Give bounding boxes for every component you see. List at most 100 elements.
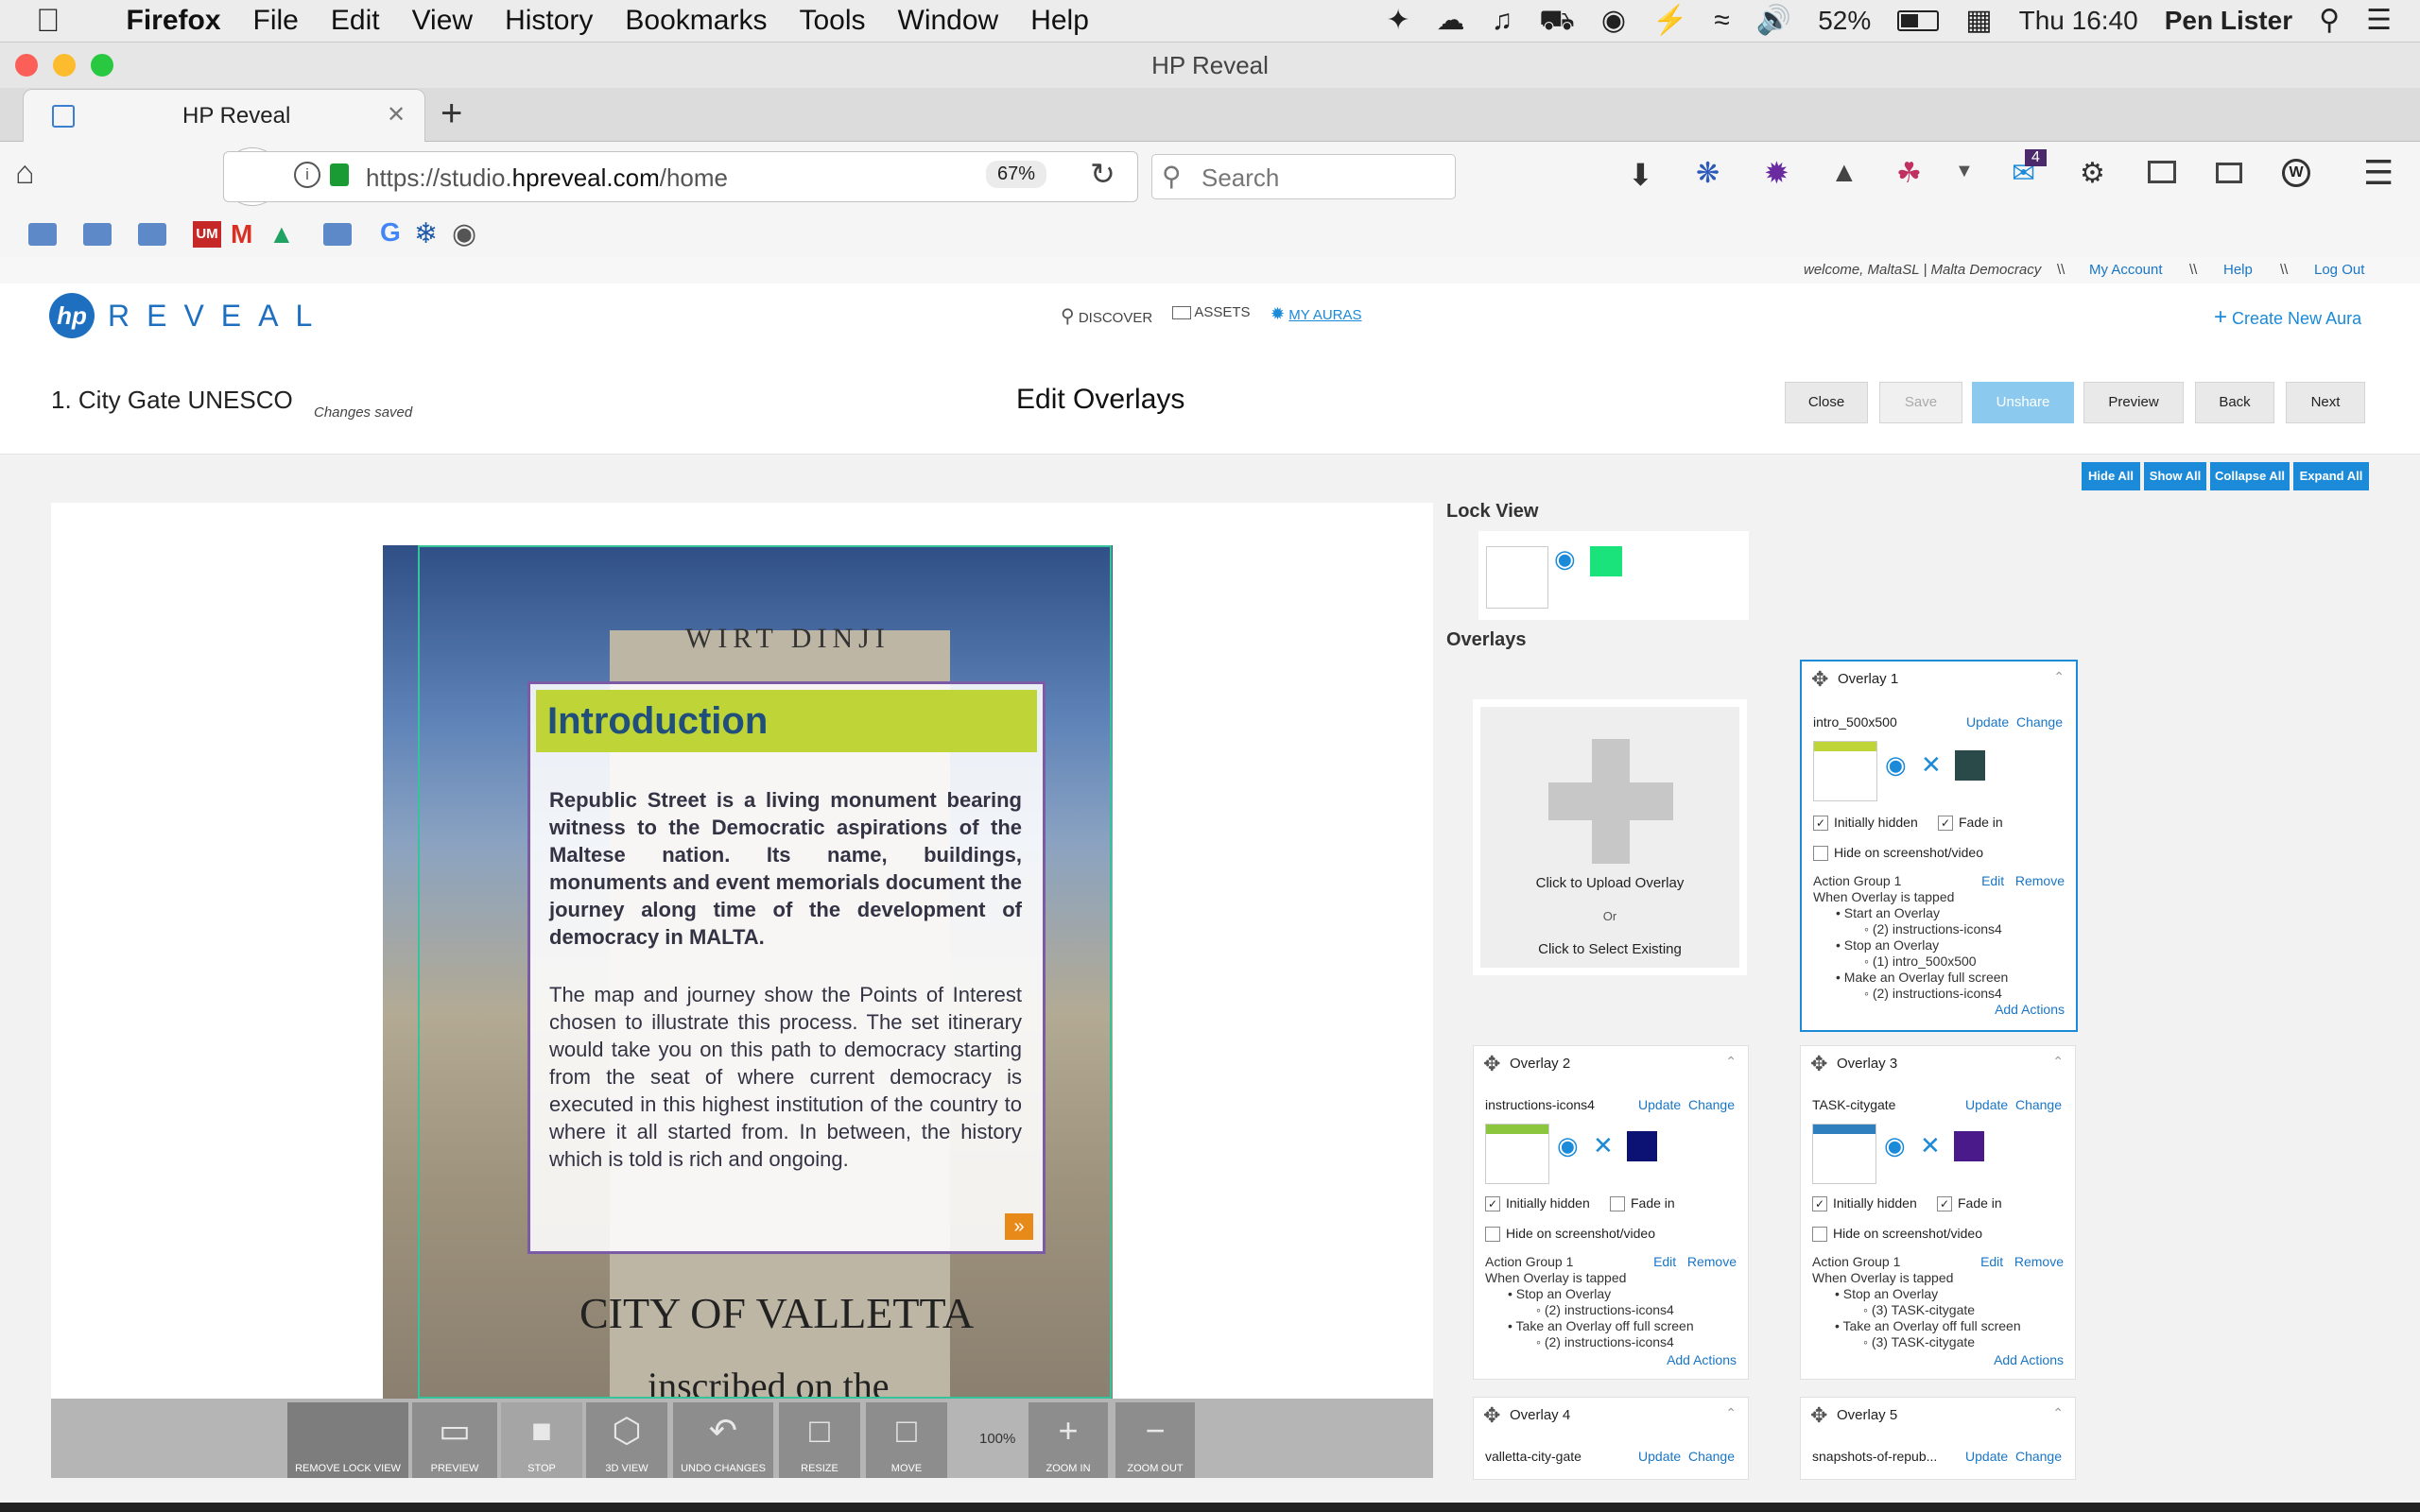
overlay-card-1[interactable]: ✥ Overlay 1 ⌃ intro_500x500 Update Chang… bbox=[1800, 660, 2078, 1032]
reload-icon[interactable]: ↻ bbox=[1090, 156, 1115, 192]
lock-view-color-swatch[interactable] bbox=[1590, 546, 1622, 576]
overlay-card-5[interactable]: ✥ Overlay 5 ⌃ snapshots-of-repub... Upda… bbox=[1800, 1397, 2076, 1480]
overlay-color-swatch[interactable] bbox=[1627, 1131, 1657, 1161]
remove-link[interactable]: Remove bbox=[2015, 873, 2065, 888]
zoom-out-button[interactable]: − ZOOM OUT bbox=[1115, 1402, 1195, 1478]
change-link[interactable]: Change bbox=[1688, 1449, 1735, 1464]
menu-history[interactable]: History bbox=[505, 5, 593, 37]
collapse-chevron-icon[interactable]: ⌃ bbox=[2052, 1054, 2064, 1070]
battery-icon[interactable] bbox=[1897, 10, 1940, 31]
collapse-chevron-icon[interactable]: ⌃ bbox=[2052, 1405, 2064, 1421]
globe-icon[interactable]: ◉ bbox=[452, 217, 476, 250]
menu-file[interactable]: File bbox=[253, 5, 299, 37]
next-arrow-icon[interactable]: » bbox=[1005, 1213, 1033, 1240]
fade-in-checkbox[interactable]: ✓ Fade in bbox=[1937, 1195, 2002, 1212]
plus-icon[interactable] bbox=[1548, 739, 1673, 864]
change-link[interactable]: Change bbox=[2015, 1449, 2062, 1464]
fade-in-checkbox[interactable]: Fade in bbox=[1610, 1195, 1675, 1212]
info-icon[interactable]: i bbox=[294, 162, 320, 188]
update-link[interactable]: Update bbox=[1638, 1449, 1681, 1464]
bookmark-folder-icon[interactable] bbox=[323, 223, 352, 246]
overlay-thumbnail[interactable] bbox=[1812, 1124, 1876, 1184]
nav-my-auras[interactable]: ✹ MY AURAS bbox=[1270, 304, 1362, 324]
extension-swirl-icon[interactable]: ❋ bbox=[1696, 157, 1720, 190]
zoom-window-button[interactable] bbox=[91, 54, 113, 77]
overlay-card-2[interactable]: ✥ Overlay 2 ⌃ instructions-icons4 Update… bbox=[1473, 1045, 1749, 1380]
menu-edit[interactable]: Edit bbox=[331, 5, 380, 37]
extension-monster-icon[interactable]: ✹ bbox=[1764, 155, 1789, 191]
downloads-icon[interactable]: ⬇ bbox=[1628, 157, 1653, 193]
undo-changes-button[interactable]: ↶ UNDO CHANGES bbox=[673, 1402, 773, 1478]
puzzle-icon[interactable]: ▲ bbox=[1830, 157, 1858, 189]
initially-hidden-checkbox[interactable]: ✓ Initially hidden bbox=[1812, 1195, 1917, 1212]
clock[interactable]: Thu 16:40 bbox=[2019, 6, 2138, 36]
menu-tools[interactable]: Tools bbox=[799, 5, 865, 37]
bookmark-folder-icon[interactable] bbox=[28, 223, 57, 246]
intro-overlay[interactable]: Introduction Republic Street is a living… bbox=[527, 681, 1046, 1254]
truck-icon[interactable]: ⛟ bbox=[1539, 0, 1575, 42]
change-link[interactable]: Change bbox=[2016, 714, 2063, 730]
collapse-chevron-icon[interactable]: ⌃ bbox=[1725, 1405, 1737, 1421]
update-link[interactable]: Update bbox=[1638, 1097, 1681, 1112]
bookmark-folder-icon[interactable] bbox=[138, 223, 166, 246]
next-button[interactable]: Next bbox=[2286, 382, 2365, 423]
browser-tab[interactable]: HP Reveal ✕ bbox=[23, 89, 425, 143]
wifi-icon[interactable]: ≈ bbox=[1714, 0, 1729, 42]
search-box[interactable]: ⚲ Search bbox=[1151, 154, 1456, 199]
disk-icon[interactable]: ◉ bbox=[1601, 0, 1626, 42]
notification-center-icon[interactable]: ☰ bbox=[2366, 0, 2392, 42]
headphones-icon[interactable]: ♫ bbox=[1492, 0, 1513, 42]
close-window-button[interactable] bbox=[15, 54, 38, 77]
overlay-color-swatch[interactable] bbox=[1954, 1131, 1984, 1161]
window-icon[interactable] bbox=[2216, 163, 2242, 183]
minimize-window-button[interactable] bbox=[53, 54, 76, 77]
hp-logo[interactable]: hp bbox=[49, 293, 95, 338]
move-handle-icon[interactable]: ✥ bbox=[1811, 667, 1828, 692]
overlay-thumbnail[interactable] bbox=[1485, 1124, 1549, 1184]
update-link[interactable]: Update bbox=[1966, 714, 2009, 730]
zoom-indicator[interactable]: 67% bbox=[986, 161, 1047, 188]
move-handle-icon[interactable]: ✥ bbox=[1483, 1052, 1500, 1076]
preview-tool-button[interactable]: ▭ PREVIEW bbox=[412, 1402, 497, 1478]
snowflake-icon[interactable]: ❄ bbox=[414, 217, 438, 250]
google-icon[interactable]: G bbox=[380, 217, 401, 248]
remove-link[interactable]: Remove bbox=[1687, 1254, 1737, 1269]
dropdown-chevron-icon[interactable]: ▼ bbox=[1955, 161, 1974, 182]
drive-icon[interactable]: ▲ bbox=[268, 219, 295, 249]
show-all-button[interactable]: Show All bbox=[2144, 462, 2206, 490]
resize-button[interactable]: □ RESIZE bbox=[779, 1402, 860, 1478]
delete-icon[interactable]: ✕ bbox=[1921, 750, 1951, 781]
stop-button[interactable]: ■ STOP bbox=[501, 1402, 582, 1478]
bolt-icon[interactable]: ⚡ bbox=[1652, 0, 1687, 42]
overlay-color-swatch[interactable] bbox=[1955, 750, 1985, 781]
add-actions-link[interactable]: Add Actions bbox=[1667, 1352, 1737, 1367]
upload-label[interactable]: Click to Upload Overlay bbox=[1473, 875, 1747, 891]
hide-screenshot-checkbox[interactable]: Hide on screenshot/video bbox=[1813, 845, 1983, 862]
move-handle-icon[interactable]: ✥ bbox=[1810, 1052, 1827, 1076]
hide-screenshot-checkbox[interactable]: Hide on screenshot/video bbox=[1812, 1226, 1982, 1243]
unshare-button[interactable]: Unshare bbox=[1972, 382, 2074, 423]
collapse-chevron-icon[interactable]: ⌃ bbox=[2053, 669, 2065, 685]
update-link[interactable]: Update bbox=[1965, 1449, 2008, 1464]
close-tab-icon[interactable]: ✕ bbox=[387, 101, 406, 129]
close-button[interactable]: Close bbox=[1785, 382, 1868, 423]
initially-hidden-checkbox[interactable]: ✓ Initially hidden bbox=[1485, 1195, 1590, 1212]
menu-bookmarks[interactable]: Bookmarks bbox=[625, 5, 767, 37]
menu-window[interactable]: Window bbox=[898, 5, 999, 37]
delete-icon[interactable]: ✕ bbox=[1593, 1131, 1623, 1161]
move-handle-icon[interactable]: ✥ bbox=[1483, 1403, 1500, 1428]
spotlight-search-icon[interactable]: ⚲ bbox=[2319, 0, 2340, 42]
nav-discover[interactable]: ⚲ DISCOVER bbox=[1061, 304, 1152, 328]
help-link[interactable]: Help bbox=[2223, 262, 2253, 278]
initially-hidden-checkbox[interactable]: ✓ Initially hidden bbox=[1813, 815, 1918, 832]
my-account-link[interactable]: My Account bbox=[2089, 262, 2163, 278]
back-button[interactable]: Back bbox=[2195, 382, 2274, 423]
hamburger-menu-icon[interactable]: ☰ bbox=[2363, 153, 2394, 193]
broom-icon[interactable]: ☘ bbox=[1896, 157, 1922, 190]
change-link[interactable]: Change bbox=[1688, 1097, 1735, 1112]
gmail-icon[interactable]: M bbox=[231, 219, 252, 249]
create-new-aura-link[interactable]: + Create New Aura bbox=[2214, 304, 2361, 331]
edit-link[interactable]: Edit bbox=[1653, 1254, 1676, 1269]
cloud-icon[interactable]: ☁ bbox=[1437, 0, 1465, 42]
expand-all-button[interactable]: Expand All bbox=[2293, 462, 2369, 490]
